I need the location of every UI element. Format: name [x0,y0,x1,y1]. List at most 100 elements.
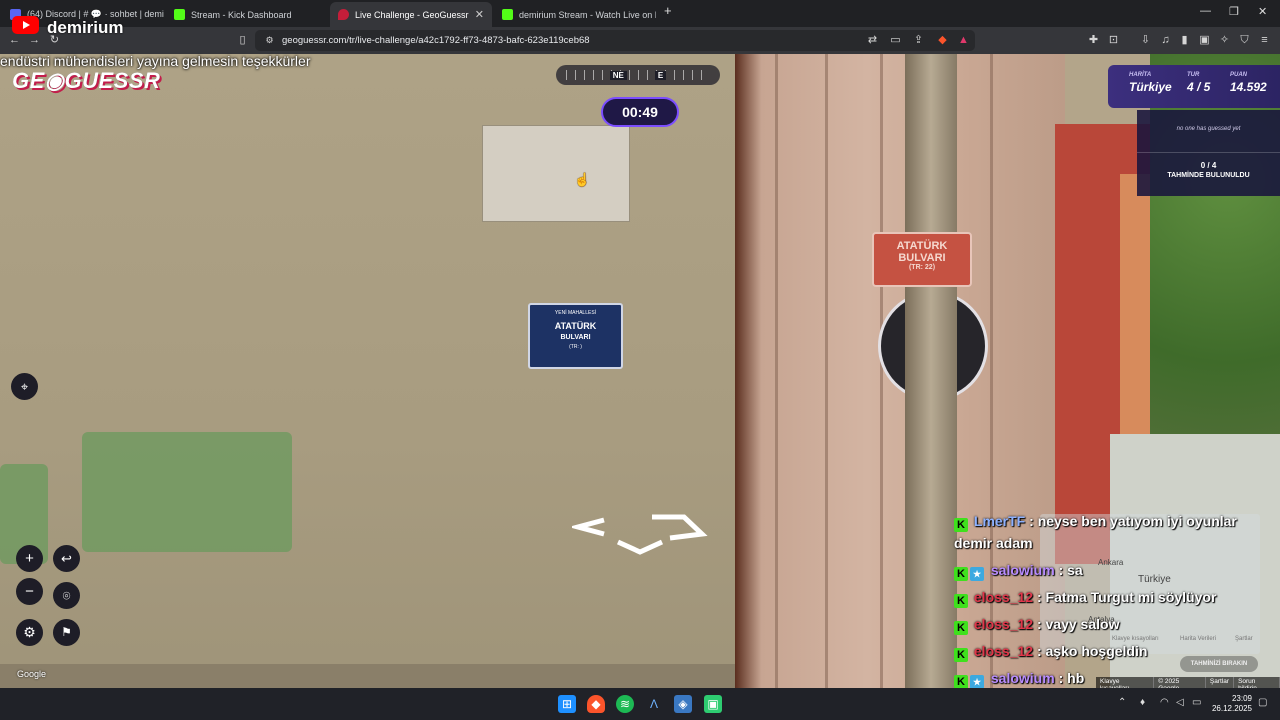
sign-number: (TR: ) [569,344,582,350]
stream-banner-text: endüstri mühendisleri yayına gelmesin te… [0,53,311,69]
chat-username: eloss_12 [973,643,1034,659]
close-window-button[interactable]: ✕ [1258,5,1267,18]
zoom-out-button[interactable]: − [16,578,43,605]
zoom-in-button[interactable]: + [16,545,43,572]
chat-text: Fatma Turgut mi söylüyor [1045,589,1217,605]
round-value: 4 / 5 [1187,80,1211,94]
round-column: TUR 4 / 5 [1187,72,1210,94]
wallet-icon[interactable]: ▣ [1198,34,1211,47]
compass[interactable]: NE E [556,65,720,85]
chat-text: aşko hoşgeldin [1045,643,1148,659]
wall-base [0,664,735,688]
brave-rewards-icon[interactable]: ▲ [957,34,970,47]
green-paint-patch [82,432,292,552]
share-icon[interactable]: ⇪ [912,34,925,47]
kick-badge-icon: K [954,594,968,608]
kick-icon [174,9,185,20]
round-label: TUR [1187,72,1200,78]
translate-icon[interactable]: ⇄ [866,34,879,47]
chat-message: K LmerTF : neyse ben yatıyom iyi oyunlar… [954,513,1237,551]
bookmark-icon[interactable]: ▯ [236,34,249,47]
close-tab-icon[interactable]: ✕ [475,8,484,21]
kick-badge-icon: K [954,675,968,689]
map-column: HARİTA Türkiye [1129,72,1172,94]
back-icon[interactable]: ← [8,34,21,47]
points-label: PUAN [1230,72,1248,78]
sidebar-icon[interactable]: ▮ [1178,34,1191,47]
gate-seam [775,54,778,688]
chat-message: K eloss_12 : vayy salow [954,613,1264,635]
chat-text: vayy salow [1045,616,1120,632]
chat-username: eloss_12 [973,616,1034,632]
tab-kick-stream[interactable]: demirium Stream - Watch Live on Kic [494,2,656,27]
brave-shield-icon[interactable]: ◆ [936,34,949,47]
spotify-icon[interactable]: ≋ [616,695,634,713]
windows-start-icon[interactable]: ⊞ [558,695,576,713]
arrow-back-icon[interactable] [616,539,664,555]
restore-button[interactable]: ❐ [1229,5,1239,18]
map-value: Türkiye [1129,80,1172,94]
clock-date: 26.12.2025 [1211,704,1252,713]
app-wolf-icon[interactable]: ◈ [674,695,692,713]
tray-chevron-icon[interactable]: ⌃ [1118,697,1126,708]
undo-move-button[interactable]: ↩ [53,545,80,572]
windows-taskbar: ⊞ ◆ ≋ Λ ◈ ▣ ⌃ ♦ ◠ ◁ ▭ ▢ [0,688,1280,720]
tab-geoguessr[interactable]: Live Challenge - GeoGuessr ✕ [330,2,492,27]
red-sign-line1: ATATÜRK [896,240,948,252]
vpn-icon[interactable]: ⛉ [1238,34,1251,47]
sign-district: YENİ MAHALLESİ [554,310,597,316]
settings-gear-icon[interactable]: ⚙ [16,619,43,646]
chat-username: LmerTF [973,513,1026,529]
hand-cursor-icon: ☝ [574,172,591,187]
extensions-icon[interactable]: ✚ [1087,34,1100,47]
google-logo: Google [17,669,47,679]
notification-icon[interactable]: ▢ [1258,697,1267,708]
compass-e: E [654,70,667,80]
forward-icon[interactable]: → [28,34,41,47]
report-location-button[interactable]: ⌖ [11,373,38,400]
chat-username: salowium [990,670,1055,686]
downloads-icon[interactable]: ⇩ [1139,34,1152,47]
microphone-icon[interactable]: ♦ [1140,697,1145,708]
return-to-start-button[interactable]: ⌾ [53,582,80,609]
points-column: PUAN 14.592 [1230,72,1267,94]
wifi-icon[interactable]: ◠ [1160,697,1169,708]
arrow-right-icon[interactable] [652,514,708,541]
kick-badge-icon: K [954,648,968,662]
tab-title: Live Challenge - GeoGuessr [355,9,469,20]
gate-seam [880,54,883,688]
sign-type: BULVARI [560,334,591,341]
app-a-icon[interactable]: Λ [645,695,663,713]
menu-icon[interactable]: ≡ [1258,34,1271,47]
volume-icon[interactable]: ◁ [1176,697,1184,708]
tab-kick-dashboard[interactable]: Stream - Kick Dashboard [166,2,328,27]
movement-arrows[interactable] [572,512,712,558]
compass-ne: NE [609,70,627,80]
address-bar: ← → ↻ ▯ geoguessr.com/tr/live-challenge/… [0,27,1280,54]
new-tab-button[interactable]: + [664,3,672,18]
battery-icon[interactable]: ▭ [1192,697,1201,708]
cast-icon[interactable]: ▭ [889,34,902,47]
site-settings-icon[interactable]: ⚙ [263,34,276,47]
round-timer: 00:49 [601,97,679,127]
leo-ai-icon[interactable]: ✧ [1218,34,1231,47]
minimize-button[interactable]: — [1200,5,1211,17]
guess-status-panel: no one has guessed yet 0 / 4 TAHMİNDE BU… [1137,110,1280,196]
arrow-left-icon[interactable] [572,517,605,537]
clock-time: 23:09 [1231,694,1252,703]
tab-search-icon[interactable]: ⊡ [1107,34,1120,47]
tab-title: Stream - Kick Dashboard [191,9,292,20]
media-icon[interactable]: ♫ [1159,34,1172,47]
gate-seam [825,54,828,688]
guess-count-label: TAHMİNDE BULUNULDU [1167,172,1250,179]
app-green-icon[interactable]: ▣ [704,695,722,713]
chat-username: salowium [990,562,1055,578]
kick-badge-icon: K [954,567,968,581]
flag-icon[interactable]: ⚑ [53,619,80,646]
sign-name: ATATÜRK [554,321,597,331]
youtube-logo-icon [12,16,39,34]
system-clock[interactable]: 23:09 26.12.2025 [1210,694,1252,714]
chat-message: K ★ salowium : sa [954,559,1264,581]
white-panel [482,125,630,222]
brave-browser-icon[interactable]: ◆ [587,695,605,713]
